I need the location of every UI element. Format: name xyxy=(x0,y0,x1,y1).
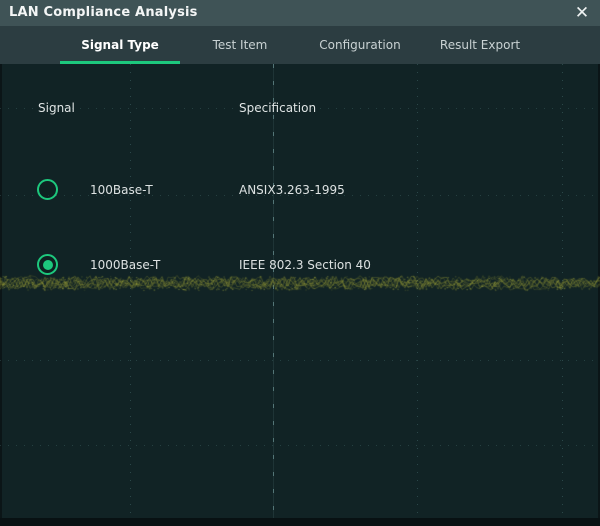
graticule-hline xyxy=(0,445,600,446)
column-header-signal: Signal xyxy=(38,101,75,115)
waveform-trace xyxy=(0,269,600,297)
graticule-hline xyxy=(0,360,600,361)
lan-compliance-dialog: LAN Compliance Analysis ✕ Signal Type Te… xyxy=(0,0,600,526)
spec-label-1000base-t: IEEE 802.3 Section 40 xyxy=(239,258,371,272)
tab-result-export[interactable]: Result Export xyxy=(420,26,540,64)
column-header-specification: Specification xyxy=(239,101,316,115)
dialog-title: LAN Compliance Analysis xyxy=(9,0,198,26)
close-button[interactable]: ✕ xyxy=(571,3,593,23)
tab-configuration[interactable]: Configuration xyxy=(300,26,420,64)
signal-label-100base-t: 100Base-T xyxy=(90,183,153,197)
signal-label-1000base-t: 1000Base-T xyxy=(90,258,160,272)
dialog-title-bar: LAN Compliance Analysis ✕ xyxy=(0,0,600,26)
tab-strip: Signal Type Test Item Configuration Resu… xyxy=(60,26,540,64)
tab-bar: Signal Type Test Item Configuration Resu… xyxy=(0,26,600,64)
radio-1000base-t[interactable] xyxy=(37,254,58,275)
spec-label-100base-t: ANSIX3.263-1995 xyxy=(239,183,345,197)
close-icon: ✕ xyxy=(575,3,589,23)
radio-100base-t[interactable] xyxy=(37,179,58,200)
screen-bottom-edge xyxy=(0,518,600,526)
tab-signal-type[interactable]: Signal Type xyxy=(60,26,180,64)
tab-test-item[interactable]: Test Item xyxy=(180,26,300,64)
radio-dot xyxy=(43,260,53,270)
